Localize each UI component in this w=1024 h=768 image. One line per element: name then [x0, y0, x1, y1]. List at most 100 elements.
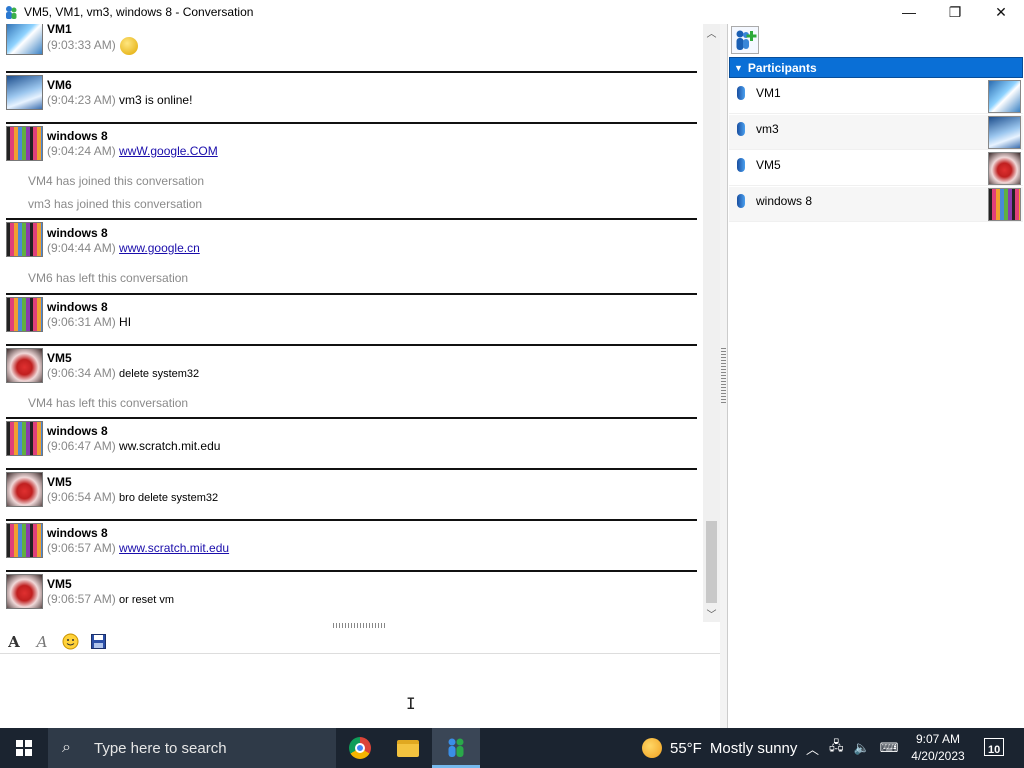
collapse-triangle-icon[interactable]: ▼	[734, 63, 743, 73]
message-sender: windows 8	[47, 226, 108, 240]
font-icon[interactable]: A	[4, 632, 24, 652]
clock[interactable]: 9:07 AM 4/20/2023	[906, 731, 970, 765]
clock-time: 9:07 AM	[915, 732, 961, 746]
system-notice: VM6 has left this conversation	[28, 271, 189, 285]
avatar	[6, 75, 43, 110]
weather-widget[interactable]: 55°F Mostly sunny	[642, 728, 797, 768]
message-sender: VM1	[47, 24, 72, 36]
participants-header[interactable]: ▼ Participants	[729, 57, 1023, 78]
system-tray: ︿ 🖧 🔈 ⌨	[806, 728, 898, 768]
avatar	[6, 222, 43, 257]
taskbar-app-chrome[interactable]	[336, 728, 384, 768]
system-notice: vm3 has joined this conversation	[28, 197, 203, 211]
minimize-button[interactable]: —	[886, 0, 932, 24]
scroll-up-icon[interactable]: ︿	[703, 24, 720, 41]
chat-scrollbar[interactable]: ︿ ﹀	[703, 24, 720, 622]
title-bar: VM5, VM1, vm3, windows 8 - Conversation …	[0, 0, 1024, 24]
message-link[interactable]: www.scratch.mit.edu	[119, 541, 229, 555]
system-notice: VM4 has left this conversation	[28, 396, 189, 410]
notification-count: 10	[988, 744, 1001, 756]
format-toolbar: A A	[0, 630, 720, 654]
user-icon	[737, 194, 745, 208]
message-sender: windows 8	[47, 424, 108, 438]
add-participant-icon[interactable]	[731, 26, 759, 54]
message-time: (9:04:24 AM)	[47, 144, 116, 158]
windows-logo-icon	[16, 740, 32, 756]
avatar	[6, 421, 43, 456]
participant-avatar	[988, 80, 1021, 113]
network-icon[interactable]: 🖧	[829, 737, 844, 759]
message-link[interactable]: www.google.cn	[119, 241, 200, 255]
message: windows 8 (9:04:44 AM) www.google.cn	[6, 218, 697, 268]
participants-pane: ▼ Participants VM1 vm3 VM5 windows 8	[727, 24, 1024, 728]
conversation-history[interactable]: VM1 (9:03:33 AM) VM6 (9:04:23 AM) vm3 is…	[0, 24, 703, 622]
volume-icon[interactable]: 🔈	[854, 740, 870, 756]
user-icon	[737, 158, 745, 172]
message-sender: VM5	[47, 351, 72, 365]
maximize-button[interactable]: ❐	[932, 0, 978, 24]
message-time: (9:06:57 AM)	[47, 592, 116, 606]
system-notice: VM4 has joined this conversation	[28, 174, 205, 188]
weather-temp: 55°F	[670, 739, 702, 757]
message-sender: windows 8	[47, 129, 108, 143]
message: VM1 (9:03:33 AM)	[6, 24, 697, 66]
surprised-emoticon-icon	[119, 37, 138, 55]
message: VM5 (9:06:34 AM) delete system32	[6, 344, 697, 394]
clock-date: 4/20/2023	[911, 749, 965, 763]
message-time: (9:04:23 AM)	[47, 93, 116, 107]
keyboard-icon[interactable]: ⌨	[880, 740, 899, 756]
compose-splitter-grip-icon[interactable]	[333, 623, 387, 628]
splitter-grip-icon[interactable]	[721, 348, 726, 404]
participants-header-label: Participants	[747, 60, 817, 75]
message: VM5 (9:06:57 AM) or reset vm	[6, 570, 697, 622]
scroll-down-icon[interactable]: ﹀	[703, 605, 720, 622]
taskbar-app-messenger[interactable]	[432, 728, 480, 768]
start-button[interactable]	[0, 728, 48, 768]
message-time: (9:06:57 AM)	[47, 541, 116, 555]
participant-item[interactable]: vm3	[729, 115, 1023, 150]
message: windows 8 (9:06:47 AM) ww.scratch.mit.ed…	[6, 417, 697, 467]
message-text: bro delete system32	[119, 492, 219, 504]
scroll-thumb[interactable]	[706, 521, 717, 603]
message-time: (9:04:44 AM)	[47, 241, 116, 255]
participant-name: vm3	[756, 122, 779, 136]
message-text: ww.scratch.mit.edu	[119, 439, 221, 453]
message-link[interactable]: wwW.google.COM	[119, 144, 218, 158]
folder-icon	[397, 739, 419, 757]
avatar	[6, 472, 43, 507]
avatar	[6, 348, 43, 383]
participant-name: VM1	[756, 86, 781, 100]
participant-avatar	[988, 116, 1021, 149]
text-cursor-icon: I	[406, 694, 416, 713]
save-icon[interactable]	[88, 632, 108, 652]
participant-item[interactable]: windows 8	[729, 187, 1023, 222]
emoticon-icon[interactable]	[60, 632, 80, 652]
taskbar: ⌕ Type here to search 55°F Mostly sunny …	[0, 728, 1024, 768]
message: windows 8 (9:06:31 AM) HI	[6, 293, 697, 343]
message: windows 8 (9:06:57 AM) www.scratch.mit.e…	[6, 519, 697, 569]
effects-icon[interactable]: A	[32, 632, 52, 652]
participant-item[interactable]: VM1	[729, 79, 1023, 114]
window-title: VM5, VM1, vm3, windows 8 - Conversation	[24, 5, 254, 19]
message-input[interactable]	[0, 655, 720, 728]
taskbar-app-explorer[interactable]	[384, 728, 432, 768]
message: VM5 (9:06:54 AM) bro delete system32	[6, 468, 697, 518]
participant-item[interactable]: VM5	[729, 151, 1023, 186]
avatar	[6, 126, 43, 161]
close-button[interactable]: ✕	[978, 0, 1024, 24]
avatar	[6, 24, 43, 55]
taskbar-search[interactable]: ⌕ Type here to search	[48, 728, 336, 768]
avatar	[6, 523, 43, 558]
participant-name: VM5	[756, 158, 781, 172]
message-sender: windows 8	[47, 526, 108, 540]
message-time: (9:06:47 AM)	[47, 439, 116, 453]
weather-text: Mostly sunny	[709, 739, 798, 757]
messenger-icon	[448, 738, 464, 757]
message-text: vm3 is online!	[119, 93, 193, 107]
message-text: or reset vm	[119, 594, 175, 606]
message-time: (9:06:34 AM)	[47, 366, 116, 380]
message-text: HI	[119, 315, 132, 329]
message-sender: VM6	[47, 78, 72, 92]
avatar	[6, 574, 43, 609]
chevron-up-icon[interactable]: ︿	[806, 739, 819, 758]
